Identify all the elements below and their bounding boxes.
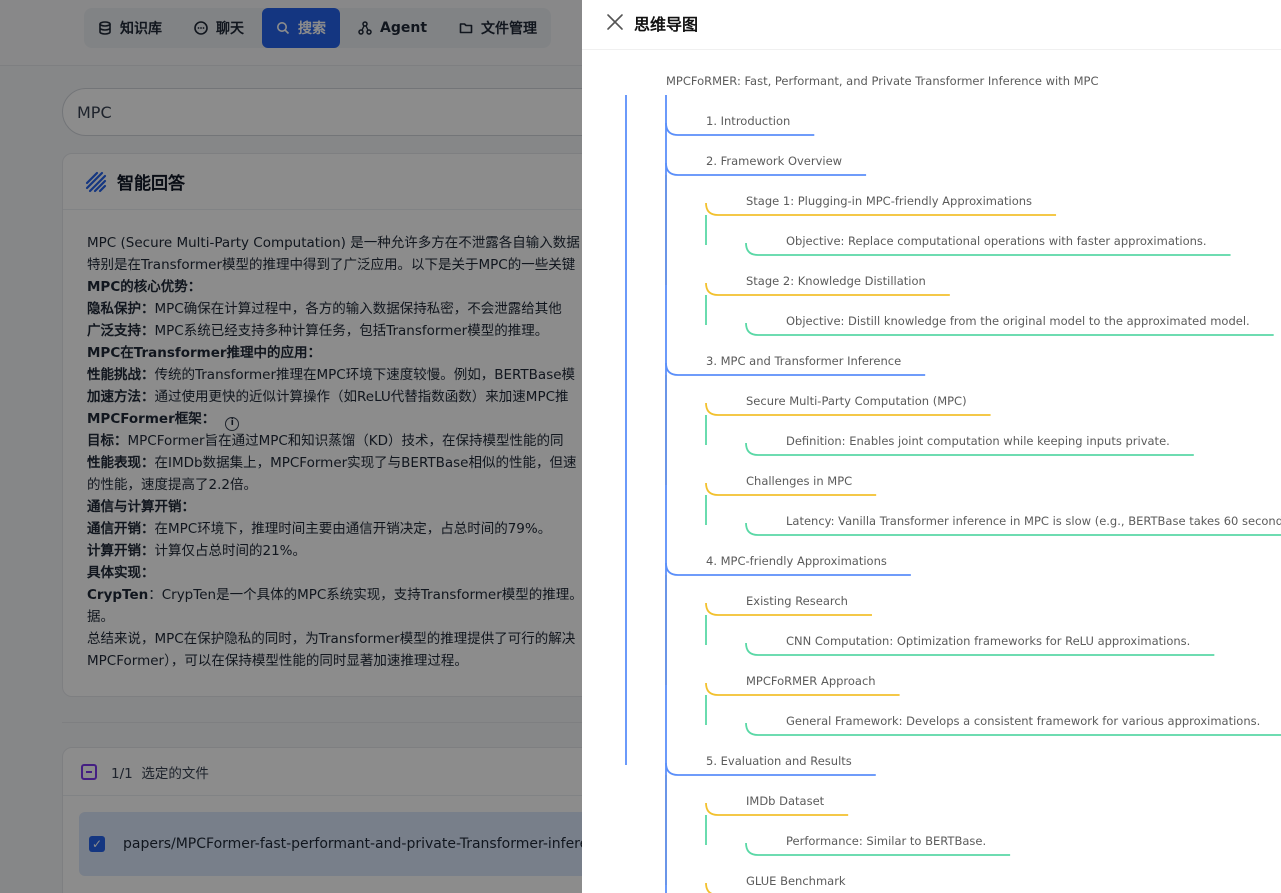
mindmap-node-label[interactable]: Existing Research (746, 594, 848, 608)
mindmap-root-label[interactable]: MPCFoRMER: Fast, Performant, and Private… (666, 74, 1099, 88)
mindmap-node-label[interactable]: 2. Framework Overview (706, 154, 842, 168)
mindmap-node-label[interactable]: CNN Computation: Optimization frameworks… (786, 634, 1190, 648)
mindmap-canvas[interactable]: MPCFoRMER: Fast, Performant, and Private… (582, 0, 1281, 893)
mindmap-node-label[interactable]: Definition: Enables joint computation wh… (786, 434, 1170, 448)
mindmap-node-label[interactable]: 3. MPC and Transformer Inference (706, 354, 901, 368)
mindmap-node-label[interactable]: Stage 1: Plugging-in MPC-friendly Approx… (746, 194, 1032, 208)
mindmap-node-label[interactable]: Stage 2: Knowledge Distillation (746, 274, 926, 288)
mindmap-node-label[interactable]: GLUE Benchmark (746, 874, 846, 888)
mindmap-node-label[interactable]: General Framework: Develops a consistent… (786, 714, 1260, 728)
mindmap-node-label[interactable]: Latency: Vanilla Transformer inference i… (786, 514, 1281, 528)
mindmap-drawer: 思维导图 MPCFoRMER: Fast, Performant, and Pr… (582, 0, 1281, 893)
mindmap-node-label[interactable]: IMDb Dataset (746, 794, 825, 808)
mindmap-node-label[interactable]: Secure Multi-Party Computation (MPC) (746, 394, 967, 408)
mindmap-node-label[interactable]: Challenges in MPC (746, 474, 852, 488)
mindmap-node-label[interactable]: Objective: Replace computational operati… (786, 234, 1207, 248)
mindmap-node-label[interactable]: Performance: Similar to BERTBase. (786, 834, 986, 848)
mindmap-node-label[interactable]: 1. Introduction (706, 114, 790, 128)
mindmap-node-label[interactable]: Objective: Distill knowledge from the or… (786, 314, 1250, 328)
mindmap-node-label[interactable]: 5. Evaluation and Results (706, 754, 852, 768)
mindmap-node-label[interactable]: MPCFoRMER Approach (746, 674, 876, 688)
mindmap-node-label[interactable]: 4. MPC-friendly Approximations (706, 554, 887, 568)
